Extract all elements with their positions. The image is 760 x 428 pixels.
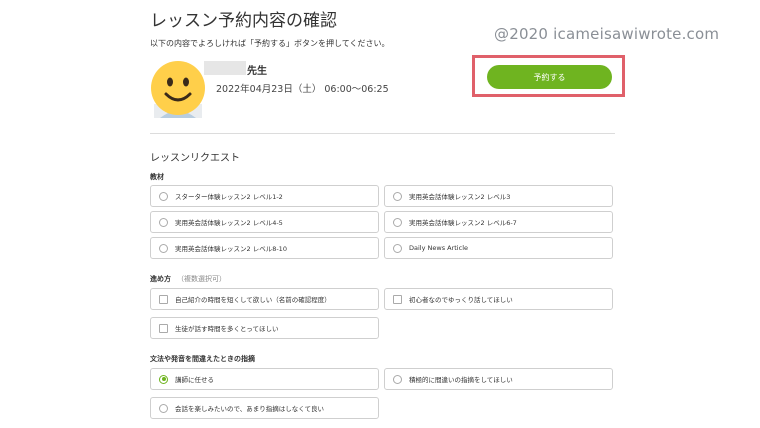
checkbox[interactable] bbox=[159, 294, 168, 304]
approach-option[interactable]: 生徒が話す時間を多くとってほしい bbox=[150, 317, 379, 339]
correction-option[interactable]: 積極的に間違いの指摘をしてほしい bbox=[384, 368, 613, 390]
option-label: スターター体験レッスン2 レベル1-2 bbox=[175, 193, 283, 201]
checkbox[interactable] bbox=[159, 323, 168, 333]
option-label: 積極的に間違いの指摘をしてほしい bbox=[409, 376, 513, 384]
teacher-suffix: 先生 bbox=[247, 66, 267, 77]
radio-button[interactable] bbox=[159, 217, 168, 227]
radio-button[interactable] bbox=[393, 217, 402, 227]
option-label: 講師に任せる bbox=[175, 376, 214, 384]
option-label: 実用英会話体験レッスン2 レベル6-7 bbox=[409, 219, 517, 227]
correction-option[interactable]: 会話を楽しみたいので、あまり指摘はしなくて良い bbox=[150, 397, 379, 419]
option-label: 会話を楽しみたいので、あまり指摘はしなくて良い bbox=[175, 405, 325, 413]
reserve-button[interactable]: 予約する bbox=[487, 65, 612, 89]
radio-button[interactable] bbox=[159, 243, 168, 253]
checkbox[interactable] bbox=[393, 294, 402, 304]
lesson-datetime: 2022年04月23日（土） 06:00〜06:25 bbox=[216, 84, 389, 95]
material-option[interactable]: 実用英会話体験レッスン2 レベル6-7 bbox=[384, 211, 613, 233]
option-label: Daily News Article bbox=[409, 244, 468, 252]
radio-button[interactable] bbox=[159, 403, 168, 413]
radio-button[interactable] bbox=[159, 191, 168, 201]
option-label: 自己紹介の時間を短くして欲しい（名前の確認程度） bbox=[175, 296, 331, 304]
approach-note: （複数選択可） bbox=[177, 275, 226, 283]
option-label: 生徒が話す時間を多くとってほしい bbox=[175, 325, 279, 333]
approach-option[interactable]: 初心者なのでゆっくり話してほしい bbox=[384, 288, 613, 310]
material-option[interactable]: 実用英会話体験レッスン2 レベル3 bbox=[384, 185, 613, 207]
radio-button[interactable] bbox=[393, 191, 402, 201]
approach-label-text: 進め方 bbox=[150, 275, 171, 283]
approach-option[interactable]: 自己紹介の時間を短くして欲しい（名前の確認程度） bbox=[150, 288, 379, 310]
page-title: レッスン予約内容の確認 bbox=[150, 11, 337, 31]
watermark: @2020 icameisawiwrote.com bbox=[494, 25, 720, 43]
approach-label: 進め方 （複数選択可） bbox=[150, 274, 226, 284]
divider bbox=[150, 133, 615, 134]
radio-button[interactable] bbox=[393, 374, 402, 384]
radio-button-selected[interactable] bbox=[159, 374, 168, 384]
instruction-text: 以下の内容でよろしければ「予約する」ボタンを押してください。 bbox=[150, 39, 390, 48]
material-option[interactable]: 実用英会話体験レッスン2 レベル8-10 bbox=[150, 237, 379, 259]
radio-button[interactable] bbox=[393, 243, 402, 253]
corrections-label: 文法や発音を間違えたときの指摘 bbox=[150, 355, 255, 363]
smiley-face-icon bbox=[151, 61, 205, 118]
correction-option[interactable]: 講師に任せる bbox=[150, 368, 379, 390]
materials-label: 教材 bbox=[150, 173, 164, 181]
option-label: 実用英会話体験レッスン2 レベル4-5 bbox=[175, 219, 283, 227]
material-option[interactable]: Daily News Article bbox=[384, 237, 613, 259]
option-label: 初心者なのでゆっくり話してほしい bbox=[409, 296, 513, 304]
option-label: 実用英会話体験レッスン2 レベル8-10 bbox=[175, 245, 287, 253]
material-option[interactable]: 実用英会話体験レッスン2 レベル4-5 bbox=[150, 211, 379, 233]
teacher-name-redacted bbox=[204, 61, 246, 75]
avatar bbox=[150, 60, 206, 118]
material-option[interactable]: スターター体験レッスン2 レベル1-2 bbox=[150, 185, 379, 207]
option-label: 実用英会話体験レッスン2 レベル3 bbox=[409, 193, 511, 201]
lesson-request-heading: レッスンリクエスト bbox=[150, 153, 240, 164]
